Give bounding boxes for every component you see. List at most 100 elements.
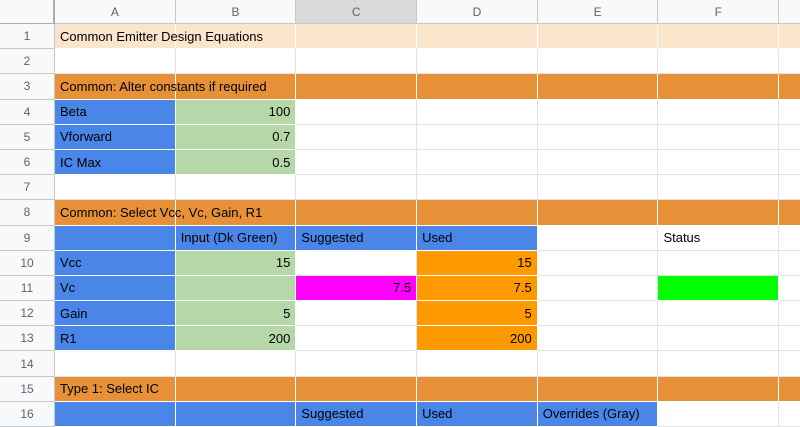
cell-E13[interactable] [538,326,659,351]
cell-G1[interactable] [779,24,800,49]
cell-F15[interactable] [658,377,779,402]
cell-D1[interactable] [417,24,538,49]
cell-E3[interactable] [538,74,659,99]
cell-C4[interactable] [296,100,417,125]
cell-C5[interactable] [296,125,417,150]
cell-A7[interactable] [55,175,176,200]
cell-F13[interactable] [658,326,779,351]
cell-E11[interactable] [538,276,659,301]
cell-A1[interactable]: Common Emitter Design Equations [55,24,176,49]
cell-D16[interactable]: Used [417,402,538,427]
col-header-F[interactable]: F [658,0,779,24]
cell-C11[interactable]: 7.5 [296,276,417,301]
cell-D11[interactable]: 7.5 [417,276,538,301]
cell-C2[interactable] [296,49,417,74]
cell-D7[interactable] [417,175,538,200]
cell-C13[interactable] [296,326,417,351]
col-header-G[interactable] [779,0,800,24]
row-header-8[interactable]: 8 [0,200,55,225]
cell-G2[interactable] [779,49,800,74]
cell-C7[interactable] [296,175,417,200]
cell-A15[interactable]: Type 1: Select IC [55,377,176,402]
cell-A5[interactable]: Vforward [55,125,176,150]
cell-G7[interactable] [779,175,800,200]
row-header-10[interactable]: 10 [0,251,55,276]
cell-B10[interactable]: 15 [176,251,297,276]
cell-F9[interactable]: Status [658,226,779,251]
cell-D4[interactable] [417,100,538,125]
cell-G11[interactable] [779,276,800,301]
cell-C12[interactable] [296,301,417,326]
col-header-D[interactable]: D [417,0,538,24]
cell-D2[interactable] [417,49,538,74]
cell-A4[interactable]: Beta [55,100,176,125]
cell-C3[interactable] [296,74,417,99]
cell-F4[interactable] [658,100,779,125]
cell-D15[interactable] [417,377,538,402]
cell-E4[interactable] [538,100,659,125]
cell-G4[interactable] [779,100,800,125]
cell-C1[interactable] [296,24,417,49]
cell-D12[interactable]: 5 [417,301,538,326]
cell-A16[interactable] [55,402,176,427]
cell-G8[interactable] [779,200,800,225]
cell-B5[interactable]: 0.7 [176,125,297,150]
cell-A13[interactable]: R1 [55,326,176,351]
col-header-A[interactable]: A [55,0,176,24]
select-all-corner[interactable] [0,0,55,24]
cell-E8[interactable] [538,200,659,225]
cell-B6[interactable]: 0.5 [176,150,297,175]
cell-A3[interactable]: Common: Alter constants if required [55,74,176,99]
cell-C6[interactable] [296,150,417,175]
cell-B11[interactable] [176,276,297,301]
cell-F7[interactable] [658,175,779,200]
row-header-14[interactable]: 14 [0,351,55,376]
row-header-1[interactable]: 1 [0,24,55,49]
cell-F10[interactable] [658,251,779,276]
cell-E12[interactable] [538,301,659,326]
row-header-4[interactable]: 4 [0,100,55,125]
cell-F2[interactable] [658,49,779,74]
cell-A6[interactable]: IC Max [55,150,176,175]
cell-G6[interactable] [779,150,800,175]
cell-B14[interactable] [176,351,297,376]
cell-D5[interactable] [417,125,538,150]
cell-G3[interactable] [779,74,800,99]
cell-B9[interactable]: Input (Dk Green) [176,226,297,251]
cell-C8[interactable] [296,200,417,225]
cell-A9[interactable] [55,226,176,251]
cell-E2[interactable] [538,49,659,74]
cell-A10[interactable]: Vcc [55,251,176,276]
cell-A12[interactable]: Gain [55,301,176,326]
cell-G12[interactable] [779,301,800,326]
cell-B4[interactable]: 100 [176,100,297,125]
row-header-7[interactable]: 7 [0,175,55,200]
cell-G16[interactable] [779,402,800,427]
cell-D10[interactable]: 15 [417,251,538,276]
col-header-E[interactable]: E [538,0,659,24]
row-header-15[interactable]: 15 [0,377,55,402]
cell-E1[interactable] [538,24,659,49]
cell-F12[interactable] [658,301,779,326]
row-header-16[interactable]: 16 [0,402,55,427]
cell-C10[interactable] [296,251,417,276]
cell-E7[interactable] [538,175,659,200]
cell-G14[interactable] [779,351,800,376]
cell-C16[interactable]: Suggested [296,402,417,427]
cell-C9[interactable]: Suggested [296,226,417,251]
row-header-13[interactable]: 13 [0,326,55,351]
row-header-9[interactable]: 9 [0,226,55,251]
cell-E15[interactable] [538,377,659,402]
cell-D6[interactable] [417,150,538,175]
cell-A11[interactable]: Vc [55,276,176,301]
cell-B16[interactable] [176,402,297,427]
row-header-12[interactable]: 12 [0,301,55,326]
cell-F3[interactable] [658,74,779,99]
cell-C14[interactable] [296,351,417,376]
cell-F1[interactable] [658,24,779,49]
cell-D3[interactable] [417,74,538,99]
col-header-B[interactable]: B [176,0,297,24]
cell-C15[interactable] [296,377,417,402]
cell-G10[interactable] [779,251,800,276]
cell-F14[interactable] [658,351,779,376]
